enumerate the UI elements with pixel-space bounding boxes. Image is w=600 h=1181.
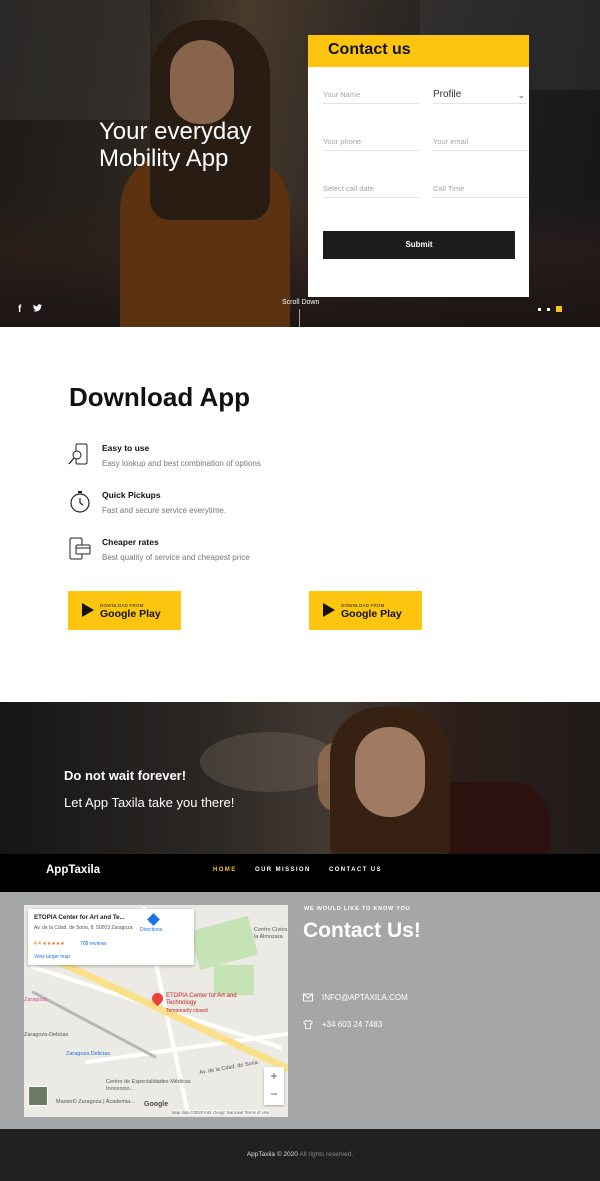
- map-attribution[interactable]: Map data ©2020 Inst. Geogr. Nacional Ter…: [172, 1110, 270, 1115]
- slider-dot[interactable]: [538, 307, 541, 311]
- feature-description: Fast and secure service everytime.: [102, 506, 227, 515]
- footer-brand: AppTaxila © 2020: [246, 1151, 298, 1158]
- feature-title: Quick Pickups: [102, 490, 161, 500]
- google-play-button[interactable]: DOWNLOAD FROM Google Play: [68, 591, 181, 630]
- map-label: Centro de Especialidades Médicas Inocenc…: [106, 1079, 191, 1092]
- map-park: [189, 915, 259, 971]
- stopwatch-icon: [70, 491, 90, 513]
- contact-form-heading: Contact us: [308, 35, 529, 67]
- footer-copyright: AppTaxila © 2020 All rights reserved.: [0, 1151, 600, 1158]
- hero-title: Your everyday Mobility App: [99, 118, 309, 172]
- call-time-field[interactable]: Call Time: [433, 182, 527, 198]
- map-label: Av. de la Cdad. de Soria: [198, 1059, 259, 1077]
- contact-email[interactable]: INFO@APTAXILA.COM: [322, 993, 408, 1002]
- map-reviews-link[interactable]: 708 reviews: [80, 941, 107, 947]
- twitter-icon[interactable]: [33, 304, 43, 315]
- banner-headline: Do not wait forever!: [64, 768, 187, 783]
- feature-description: Best quality of service and cheapest pri…: [102, 553, 250, 562]
- download-app-title: Download App: [69, 382, 251, 412]
- map-park: [214, 965, 254, 995]
- contact-phone[interactable]: +34 603 24 7483: [322, 1020, 382, 1029]
- brand-logo[interactable]: AppTaxila: [46, 864, 100, 876]
- email-field[interactable]: Your email: [433, 135, 527, 151]
- profile-select[interactable]: Profile ⌄: [433, 88, 527, 104]
- contact-title: Contact Us!: [303, 919, 421, 942]
- contact-section: ETOPIA Center for Art and Te... Av. de l…: [0, 892, 600, 1129]
- social-links: f: [18, 304, 43, 315]
- envelope-icon: [303, 993, 313, 1002]
- profile-select-value: Profile: [433, 89, 462, 100]
- map-rating: 4.4 ★★★★★: [34, 941, 65, 947]
- map-label: MasterD Zaragoza | Academia...: [56, 1099, 135, 1105]
- feature-description: Easy lookup and best combination of opti…: [102, 459, 261, 468]
- google-logo: Google: [144, 1101, 169, 1108]
- map-label: Zaragoza: [24, 997, 48, 1003]
- google-play-label: Google Play: [341, 608, 402, 620]
- map-place-card: ETOPIA Center for Art and Te... Av. de l…: [28, 909, 194, 965]
- facebook-icon[interactable]: f: [18, 304, 21, 315]
- scroll-down-link[interactable]: Scroll Down: [282, 299, 319, 306]
- phone-search-icon: [68, 443, 88, 465]
- google-play-button[interactable]: DOWNLOAD FROM Google Play: [309, 591, 422, 630]
- phone-field[interactable]: Your phone: [323, 135, 419, 151]
- banner-subline: Let App Taxila take you there!: [64, 795, 235, 810]
- map-label: Zaragoza Delicias: [66, 1051, 111, 1057]
- zoom-out-icon[interactable]: −: [264, 1085, 284, 1103]
- map-label: Centro Cívico la Almozara: [254, 927, 288, 940]
- chevron-down-icon: ⌄: [517, 90, 525, 100]
- nav-our-mission[interactable]: OUR MISSION: [255, 867, 311, 873]
- contact-form-card: Contact us Your Name Profile ⌄ Your phon…: [308, 35, 529, 297]
- directions-icon[interactable]: [147, 913, 160, 926]
- google-play-icon: [323, 603, 335, 617]
- google-play-icon: [82, 603, 94, 617]
- map-zoom-control: + −: [264, 1067, 284, 1105]
- slider-dot-active[interactable]: [556, 306, 562, 312]
- shirt-icon: [303, 1020, 313, 1029]
- name-field[interactable]: Your Name: [323, 88, 419, 104]
- zoom-in-icon[interactable]: +: [264, 1067, 284, 1085]
- map-place-address: Av. de la Cdad. de Soria, 8, 50003 Zarag…: [34, 925, 133, 931]
- footer-rights: All rights reserved.: [299, 1151, 354, 1158]
- google-play-label: Google Play: [100, 608, 161, 620]
- feature-title: Cheaper rates: [102, 537, 159, 547]
- phone-card-icon: [69, 537, 91, 560]
- map-larger-link[interactable]: View larger map: [34, 954, 70, 960]
- footer: AppTaxila © 2020 All rights reserved.: [0, 1129, 600, 1181]
- feature-title: Easy to use: [102, 443, 150, 453]
- hero-title-line1: Your everyday: [99, 118, 252, 145]
- main-navigation: AppTaxila HOME OUR MISSION CONTACT US: [0, 854, 600, 892]
- map-directions-link[interactable]: Directions: [140, 927, 162, 933]
- nav-home[interactable]: HOME: [213, 867, 237, 873]
- map-place-name: ETOPIA Center for Art and Te...: [34, 914, 125, 921]
- hero-title-line2: Mobility App: [99, 145, 229, 172]
- nav-contact-us[interactable]: CONTACT US: [329, 867, 382, 873]
- embedded-map[interactable]: ETOPIA Center for Art and Te... Av. de l…: [24, 905, 288, 1117]
- map-pin-status: Temporarily closed: [166, 1008, 208, 1014]
- submit-button[interactable]: Submit: [323, 231, 515, 259]
- slider-dot[interactable]: [547, 307, 550, 311]
- map-pin-label: ETOPIA Center for Art and Technology: [166, 993, 237, 1006]
- call-date-field[interactable]: Select call date: [323, 182, 419, 198]
- slider-dots: [538, 306, 562, 312]
- map-satellite-thumbnail[interactable]: [28, 1086, 48, 1106]
- map-label: Zaragoza-Delicias: [24, 1032, 69, 1038]
- scroll-indicator-line: [299, 309, 300, 327]
- cta-banner: Do not wait forever! Let App Taxila take…: [0, 702, 600, 854]
- contact-kicker: WE WOULD LIKE TO KNOW YOU: [304, 906, 411, 912]
